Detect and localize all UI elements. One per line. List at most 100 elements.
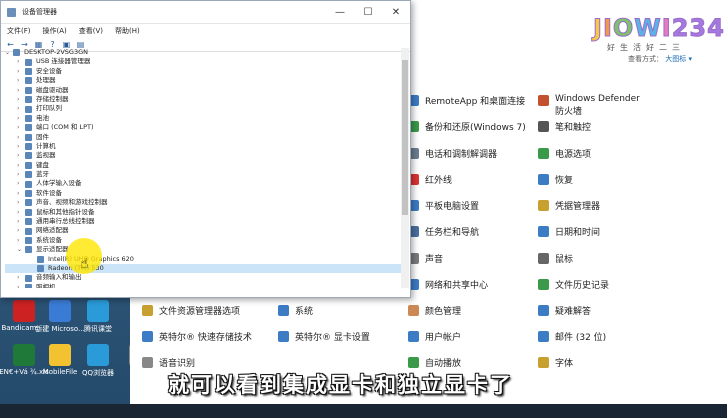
expand-arrow-icon[interactable]: › [17, 236, 25, 245]
tree-category[interactable]: › 电池 [5, 114, 401, 123]
cp-item-a9[interactable]: 用户帐户 [408, 330, 461, 343]
cp-intel-rst[interactable]: 英特尔® 快速存储技术 [142, 330, 252, 343]
cp-item-a7[interactable]: 网络和共享中心 [408, 278, 488, 291]
cp-item-b7[interactable]: 文件历史记录 [538, 278, 609, 291]
tree-category[interactable]: › 人体学输入设备 [5, 179, 401, 188]
cp-item-a8-icon [408, 305, 419, 316]
tree-display-adapter[interactable]: Radeon (TM) 530 [5, 263, 401, 274]
cp-item-a4[interactable]: 平板电脑设置 [408, 199, 479, 212]
tree-category[interactable]: › 计算机 [5, 142, 401, 151]
menu-file[interactable]: 文件(F) [7, 26, 31, 36]
tree-category[interactable]: › 音频输入和输出 [5, 273, 401, 282]
expand-arrow-icon[interactable]: › [17, 95, 25, 104]
cp-item-b3-label: 恢复 [555, 176, 574, 186]
cp-item-b4[interactable]: 凭据管理器 [538, 199, 600, 212]
cp-intel-rst-label: 英特尔® 快速存储技术 [159, 333, 252, 343]
expand-arrow-icon[interactable]: › [17, 67, 25, 76]
view-by-dropdown[interactable]: 大图标 ▾ [665, 55, 692, 63]
cp-item-a10[interactable]: 自动播放 [408, 356, 461, 369]
expand-arrow-icon[interactable]: › [17, 217, 25, 226]
tree-category[interactable]: › 键盘 [5, 161, 401, 170]
tree-category[interactable]: › 鼠标和其他指针设备 [5, 208, 401, 217]
cp-item-a8[interactable]: 颜色管理 [408, 304, 461, 317]
menu-view[interactable]: 查看(V) [79, 26, 103, 36]
expand-arrow-icon[interactable]: › [17, 86, 25, 95]
expand-arrow-icon[interactable]: › [17, 123, 25, 132]
tree-category[interactable]: › 处理器 [5, 76, 401, 85]
watermark-logo-sub: 好生活好二三 [607, 43, 685, 52]
device-icon [25, 67, 32, 75]
tree-category[interactable]: › 打印队列 [5, 104, 401, 113]
tree-root[interactable]: ⌄ DESKTOP-2VSG3GN [5, 48, 401, 57]
vertical-scrollbar[interactable] [401, 48, 409, 288]
expand-arrow-icon[interactable]: › [17, 208, 25, 217]
cp-item-b1[interactable]: 笔和触控 [538, 120, 591, 133]
cp-item-b0[interactable]: Windows Defender 防火墙 [538, 94, 648, 117]
tree-display-adapter[interactable]: Intel(R) UHD Graphics 620 [5, 255, 401, 264]
expand-arrow-icon[interactable]: › [17, 226, 25, 235]
cp-speech[interactable]: 语音识别 [142, 356, 195, 369]
cp-system[interactable]: 系统 [278, 304, 313, 317]
expand-arrow-icon[interactable]: › [17, 104, 25, 113]
expand-arrow-icon[interactable]: › [17, 273, 25, 282]
expand-arrow-icon[interactable]: › [17, 189, 25, 198]
tree-category[interactable]: ⌄ 显示适配器 [5, 245, 401, 254]
expand-arrow-icon[interactable]: › [17, 283, 25, 288]
minimize-button[interactable]: — [326, 7, 354, 18]
tree-category[interactable]: › 系统设备 [5, 236, 401, 245]
expand-arrow-icon[interactable]: › [17, 161, 25, 170]
expand-arrow-icon[interactable]: › [17, 76, 25, 85]
tree-category[interactable]: › 磁盘驱动器 [5, 86, 401, 95]
tree-category[interactable]: › 安全设备 [5, 67, 401, 76]
expand-arrow-icon[interactable]: › [17, 114, 25, 123]
expand-arrow-icon[interactable]: › [17, 57, 25, 66]
cp-item-b10[interactable]: 字体 [538, 356, 573, 369]
tree-category[interactable]: › 网络适配器 [5, 226, 401, 235]
close-button[interactable]: ✕ [382, 7, 410, 18]
cp-system-icon [278, 305, 289, 316]
tree-category[interactable]: › 通用串行总线控制器 [5, 217, 401, 226]
cp-item-b3[interactable]: 恢复 [538, 173, 573, 186]
cp-item-a5[interactable]: 任务栏和导航 [408, 225, 479, 238]
cp-intel-graphics[interactable]: 英特尔® 显卡设置 [278, 330, 370, 343]
cp-item-a0[interactable]: RemoteApp 和桌面连接 [408, 94, 525, 107]
tree-category[interactable]: › 存储控制器 [5, 95, 401, 104]
tree-category[interactable]: › 固件 [5, 133, 401, 142]
tree-label: 固件 [36, 132, 49, 141]
cp-item-a6[interactable]: 声音 [408, 252, 443, 265]
cp-item-b9[interactable]: 邮件 (32 位) [538, 330, 606, 343]
cp-item-b8[interactable]: 疑难解答 [538, 304, 591, 317]
expand-arrow-icon[interactable]: › [17, 179, 25, 188]
cp-item-b5[interactable]: 日期和时间 [538, 225, 600, 238]
tree-category[interactable]: › 照相机 [5, 283, 401, 288]
tree-category[interactable]: › 监视器 [5, 151, 401, 160]
device-icon [37, 255, 44, 263]
cp-item-b4-label: 凭据管理器 [555, 202, 601, 212]
maximize-button[interactable]: ☐ [354, 7, 382, 18]
expand-arrow-icon[interactable]: › [17, 170, 25, 179]
collapse-arrow-icon[interactable]: ⌄ [5, 48, 13, 57]
expand-arrow-icon[interactable]: › [17, 133, 25, 142]
collapse-arrow-icon[interactable]: ⌄ [17, 245, 25, 254]
tree-category[interactable]: › 端口 (COM 和 LPT) [5, 123, 401, 132]
cp-item-a1[interactable]: 备份和还原(Windows 7) [408, 120, 526, 133]
cp-item-b6[interactable]: 鼠标 [538, 252, 573, 265]
cp-item-b2[interactable]: 电源选项 [538, 147, 591, 160]
tree-category[interactable]: › USB 连接器管理器 [5, 57, 401, 66]
cp-item-a3[interactable]: 红外线 [408, 173, 452, 186]
cp-item-a2[interactable]: 电话和调制解调器 [408, 147, 497, 160]
expand-arrow-icon[interactable]: › [17, 198, 25, 207]
desktop-icon[interactable]: 腾讯课堂 [66, 300, 130, 334]
cp-item-b3-icon [538, 174, 549, 185]
expand-arrow-icon[interactable]: › [17, 142, 25, 151]
menu-help[interactable]: 帮助(H) [115, 26, 140, 36]
view-by-label: 查看方式： [628, 55, 663, 63]
scrollbar-thumb[interactable] [402, 60, 408, 215]
expand-arrow-icon[interactable]: › [17, 151, 25, 160]
menu-action[interactable]: 操作(A) [43, 26, 67, 36]
tree-category[interactable]: › 声音、视频和游戏控制器 [5, 198, 401, 207]
cp-item-a10-icon [408, 357, 419, 368]
device-icon [25, 58, 32, 66]
cp-explorer-options[interactable]: 文件资源管理器选项 [142, 304, 240, 317]
tree-category[interactable]: › 软件设备 [5, 189, 401, 198]
